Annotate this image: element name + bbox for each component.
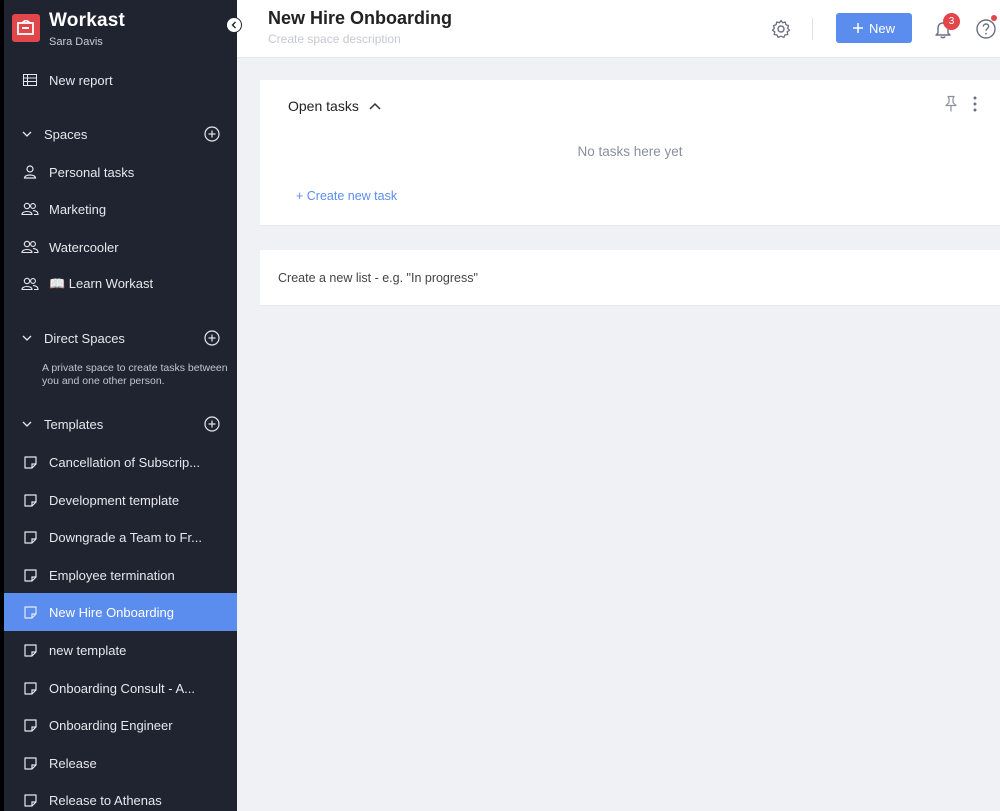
collapse-sidebar-button[interactable] xyxy=(226,17,242,33)
sidebar-item-label: 📖 Learn Workast xyxy=(49,276,154,291)
app-frame: Workast Sara Davis New report Spaces Per… xyxy=(4,0,1000,811)
sidebar-item-label: new template xyxy=(49,642,127,658)
template-note-icon xyxy=(21,603,39,621)
template-note-icon xyxy=(21,566,39,584)
new-report-item[interactable]: New report xyxy=(4,61,237,99)
sidebar-item-watercooler[interactable]: Watercooler xyxy=(4,228,237,266)
chevron-up-icon[interactable] xyxy=(369,102,381,110)
direct-spaces-label: Direct Spaces xyxy=(44,330,125,346)
page-title[interactable]: New Hire Onboarding xyxy=(268,8,452,29)
sidebar-item-label: Cancellation of Subscrip... xyxy=(49,454,201,470)
templates-label: Templates xyxy=(44,416,104,432)
direct-spaces-section-header[interactable]: Direct Spaces xyxy=(4,324,237,352)
workast-logo-icon[interactable] xyxy=(12,14,40,42)
list-header[interactable]: Open tasks xyxy=(288,98,381,114)
chevron-down-icon xyxy=(22,418,34,430)
sidebar-item-label: Onboarding Engineer xyxy=(49,717,173,733)
sidebar-item-template[interactable]: Release xyxy=(4,744,237,782)
page-header: New Hire Onboarding Create space descrip… xyxy=(237,0,1000,58)
add-direct-space-icon[interactable] xyxy=(204,330,220,346)
sidebar-item-label: Release xyxy=(49,755,97,771)
users-icon xyxy=(21,238,39,256)
sidebar-item-label: Development template xyxy=(49,492,180,508)
sidebar-item-label: Personal tasks xyxy=(49,164,135,180)
new-report-label: New report xyxy=(49,72,113,88)
sidebar-item-label: Watercooler xyxy=(49,239,119,255)
more-options-icon[interactable] xyxy=(971,95,979,113)
template-note-icon xyxy=(21,791,39,809)
template-note-icon xyxy=(21,528,39,546)
chevron-down-icon xyxy=(22,332,34,344)
header-divider xyxy=(812,18,813,40)
templates-section-header[interactable]: Templates xyxy=(4,410,237,438)
direct-spaces-note: A private space to create tasks between … xyxy=(42,362,228,387)
add-template-icon[interactable] xyxy=(204,416,220,432)
sidebar-item-learn-workast[interactable]: 📖 Learn Workast xyxy=(4,265,237,303)
sidebar-item-template[interactable]: Development template xyxy=(4,481,237,519)
spaces-section-header[interactable]: Spaces xyxy=(4,120,237,148)
sidebar-item-label: Downgrade a Team to Fr... xyxy=(49,529,202,545)
pin-icon[interactable] xyxy=(943,95,959,113)
current-user[interactable]: Sara Davis xyxy=(49,36,103,48)
help-icon[interactable] xyxy=(975,18,997,40)
sidebar-item-template[interactable]: Release to Athenas xyxy=(4,781,237,811)
sidebar-item-template[interactable]: Cancellation of Subscrip... xyxy=(4,443,237,481)
template-note-icon xyxy=(21,716,39,734)
gear-icon[interactable] xyxy=(770,18,792,40)
sidebar-item-template[interactable]: Downgrade a Team to Fr... xyxy=(4,518,237,556)
user-icon xyxy=(21,163,39,181)
list-title: Open tasks xyxy=(288,98,359,114)
create-list-card[interactable]: Create a new list - e.g. "In progress" xyxy=(260,250,1000,306)
sidebar-item-label: Marketing xyxy=(49,201,107,217)
create-task-link[interactable]: + Create new task xyxy=(296,189,397,203)
empty-state-text: No tasks here yet xyxy=(577,144,683,159)
brand: Workast Sara Davis xyxy=(12,10,232,50)
sidebar-item-template[interactable]: Onboarding Engineer xyxy=(4,706,237,744)
template-note-icon xyxy=(21,491,39,509)
add-space-icon[interactable] xyxy=(204,126,220,142)
table-icon xyxy=(21,71,39,89)
sidebar-item-label: Onboarding Consult - A... xyxy=(49,680,195,696)
sidebar-item-template[interactable]: new template xyxy=(4,631,237,669)
template-note-icon xyxy=(21,679,39,697)
sidebar-item-label: New Hire Onboarding xyxy=(49,604,175,620)
create-list-input[interactable]: Create a new list - e.g. "In progress" xyxy=(278,271,478,285)
plus-icon xyxy=(852,23,863,33)
help-indicator-dot xyxy=(991,15,997,21)
sidebar-item-label: Employee termination xyxy=(49,567,175,583)
sidebar-item-template[interactable]: Employee termination xyxy=(4,556,237,594)
new-button[interactable]: New xyxy=(836,13,912,43)
sidebar-item-template[interactable]: New Hire Onboarding xyxy=(4,593,237,631)
space-description-input[interactable]: Create space description xyxy=(268,32,401,46)
spaces-label: Spaces xyxy=(44,126,88,142)
users-icon xyxy=(21,275,39,293)
chevron-down-icon xyxy=(22,128,34,140)
sidebar-item-marketing[interactable]: Marketing xyxy=(4,190,237,228)
sidebar: Workast Sara Davis New report Spaces Per… xyxy=(4,0,237,811)
brand-name: Workast xyxy=(49,10,126,31)
template-note-icon xyxy=(21,453,39,471)
users-icon xyxy=(21,200,39,218)
template-note-icon xyxy=(21,641,39,659)
sidebar-item-label: Release to Athenas xyxy=(49,792,162,808)
notification-badge[interactable]: 3 xyxy=(943,13,960,30)
sidebar-item-template[interactable]: Onboarding Consult - A... xyxy=(4,669,237,707)
task-list-card: Open tasks No tasks here yet + Create ne… xyxy=(260,80,1000,226)
sidebar-item-personal-tasks[interactable]: Personal tasks xyxy=(4,153,237,191)
new-button-label: New xyxy=(868,20,895,36)
template-note-icon xyxy=(21,754,39,772)
